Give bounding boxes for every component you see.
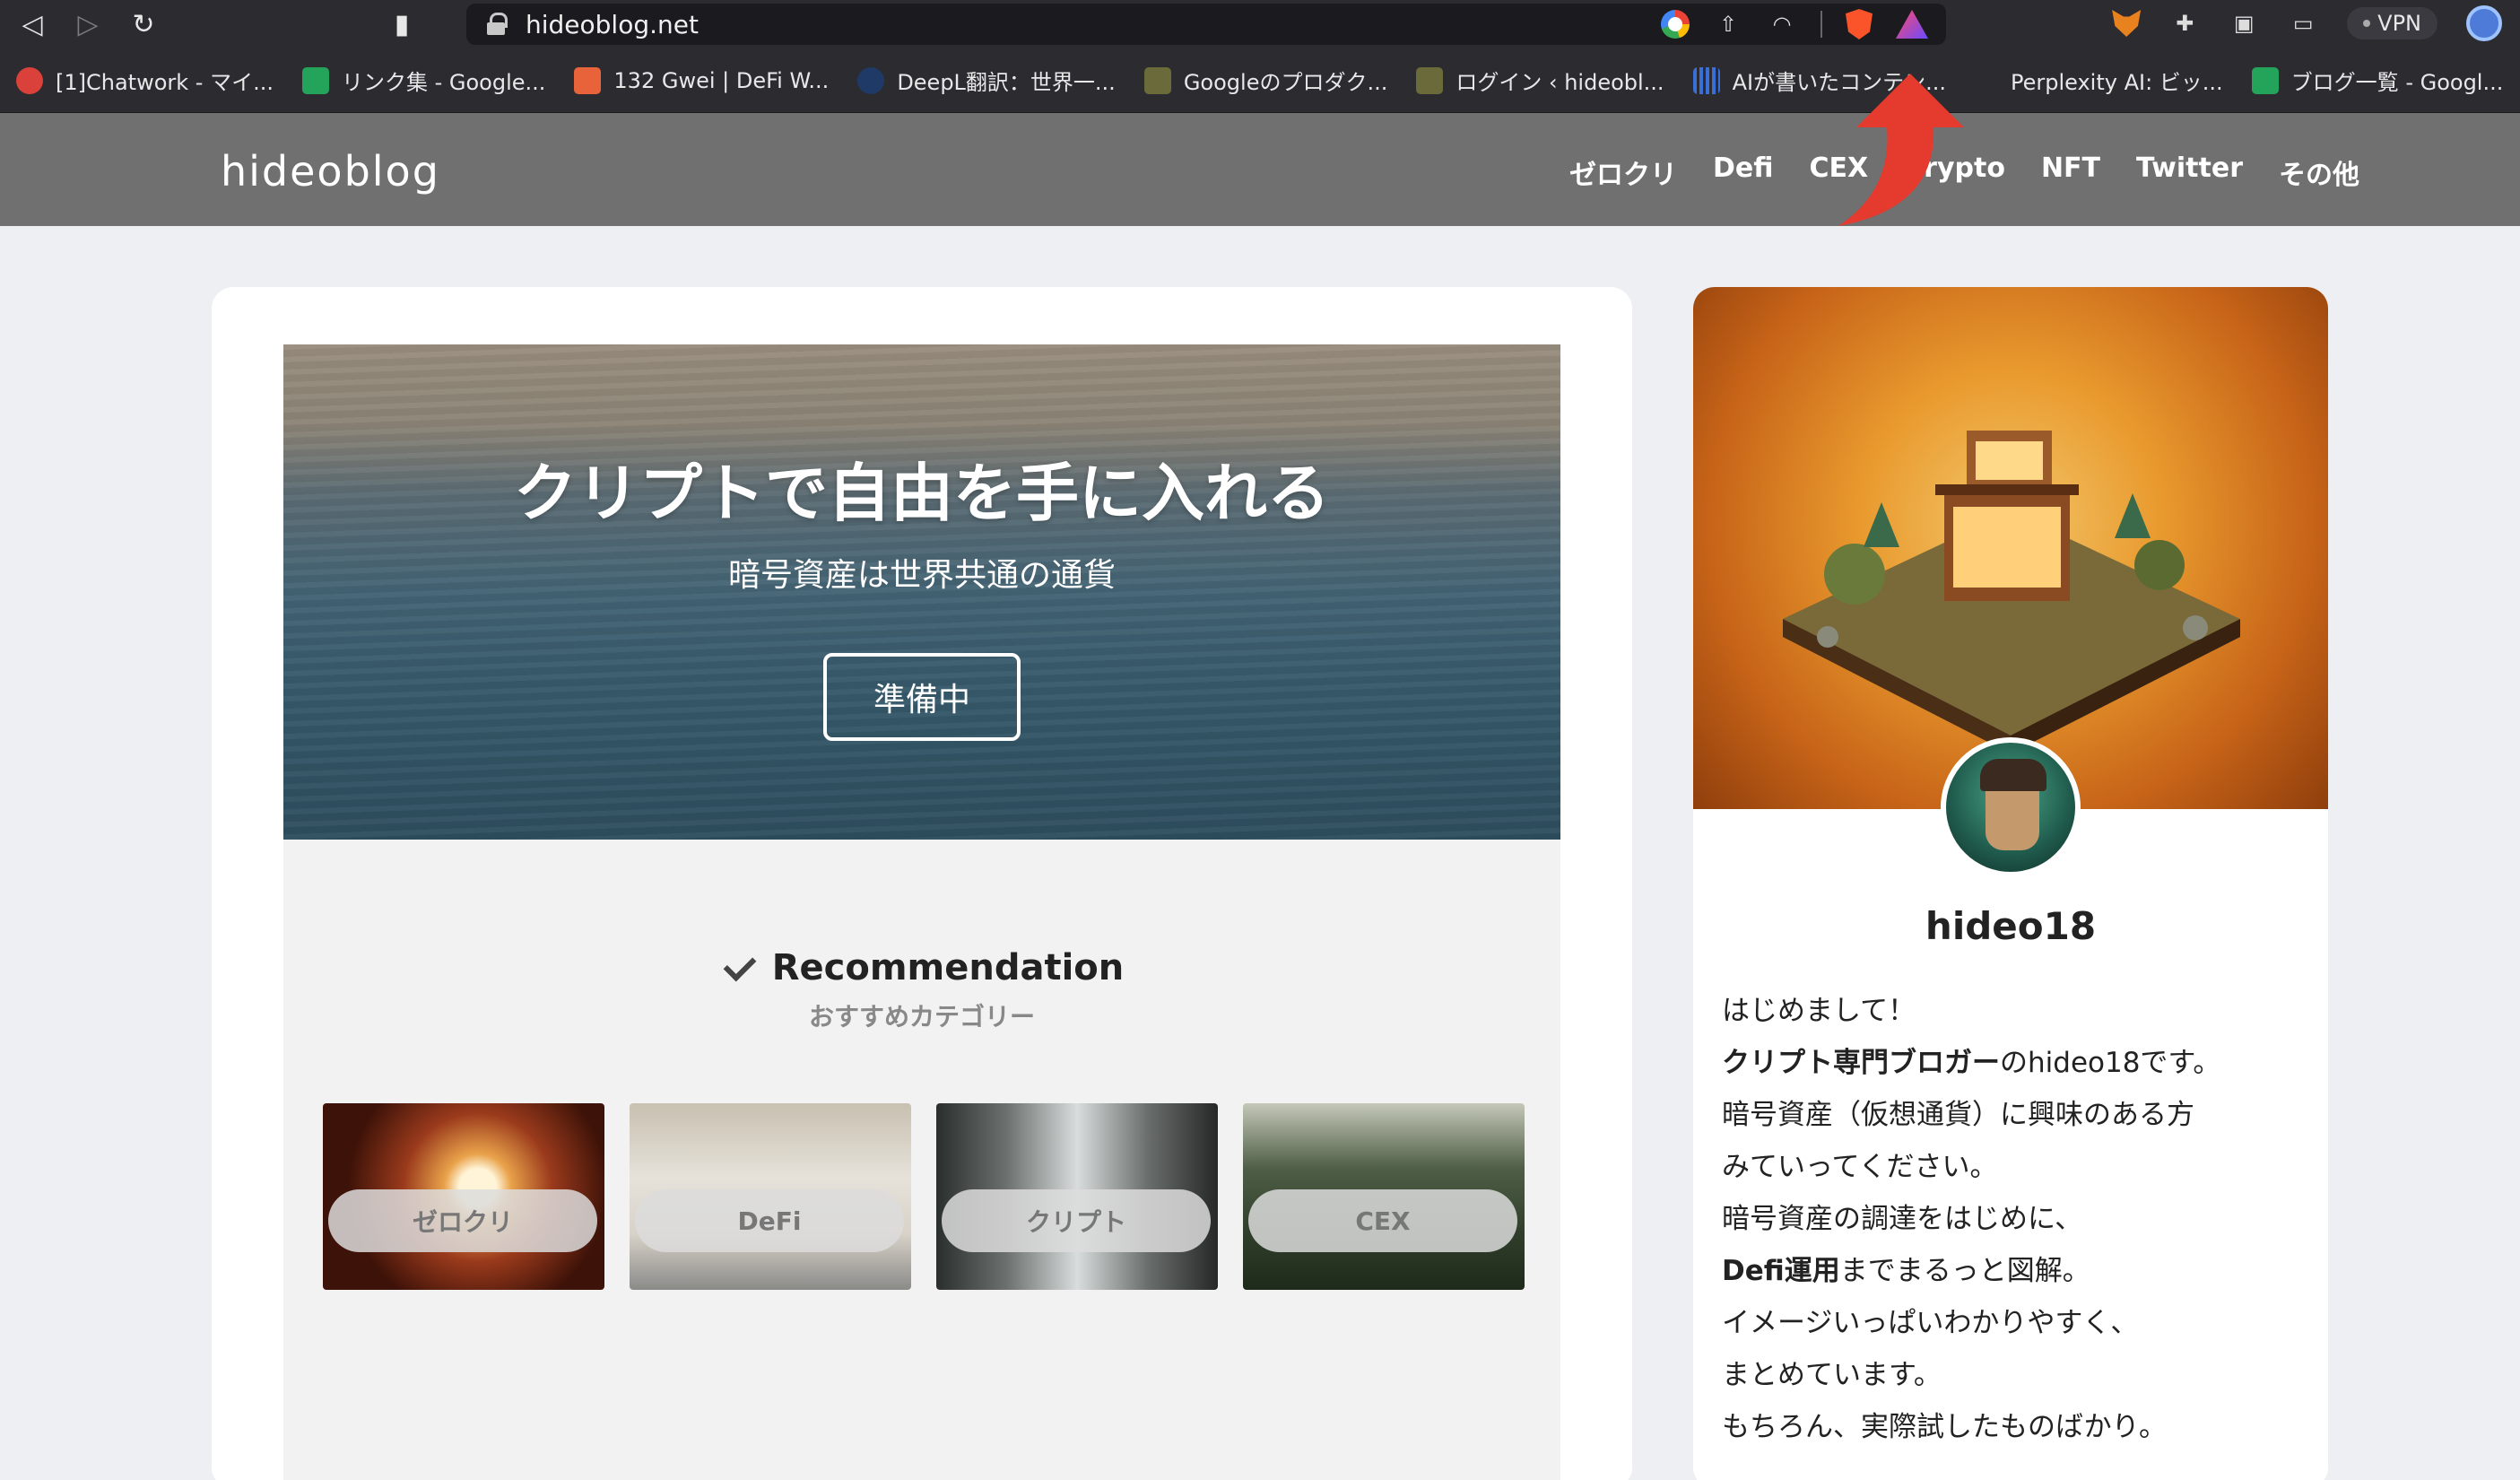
category-card-zerokuri[interactable]: ゼロクリ	[323, 1103, 604, 1290]
bookmark-item[interactable]: Perplexity AI: ビッ...	[2011, 65, 2223, 96]
category-list: ゼロクリ DeFi クリプト CEX	[323, 1103, 1525, 1290]
profile-bio: はじめまして！ クリプト専門ブロガーのhideo18です。 暗号資産（仮想通貨）…	[1722, 985, 2305, 1453]
rss-icon[interactable]: ◠	[1767, 9, 1797, 39]
reload-icon[interactable]: ↻	[122, 3, 165, 46]
category-card-cex[interactable]: CEX	[1243, 1103, 1525, 1290]
bookmark-item[interactable]: リンク集 - Google...	[301, 65, 546, 96]
bookmark-item[interactable]: [1]Chatwork - マイ...	[16, 65, 274, 96]
extensions-icon[interactable]: ✚	[2169, 8, 2200, 39]
bookmark-label: ログイン ‹ hideobl...	[1456, 70, 1664, 95]
google-icon[interactable]	[1661, 10, 1690, 39]
bookmark-item[interactable]: Googleのプロダク...	[1143, 65, 1388, 96]
bookmark-item[interactable]: DeepL翻訳：世界一...	[857, 65, 1116, 96]
recommendation-section: Recommendation おすすめカテゴリー ゼロクリ DeFi クリプト …	[283, 840, 1560, 1480]
bio-line: クリプト専門ブロガーのhideo18です。	[1722, 1037, 2305, 1089]
profile-avatar-image	[1941, 737, 2081, 877]
divider	[1820, 11, 1822, 38]
bio-text: までまるっと図解。	[1839, 1255, 2090, 1287]
bookmarks-bar: [1]Chatwork - マイ... リンク集 - Google... 132…	[0, 48, 2520, 113]
hero-banner: クリプトで自由を手に入れる 暗号資産は世界共通の通貨 準備中	[283, 344, 1560, 840]
site-header: hideoblog ゼロクリ Defi CEX Crypto NFT Twitt…	[0, 113, 2520, 226]
bio-bold: Defi運用	[1722, 1255, 1840, 1287]
recommendation-title: Recommendation	[771, 947, 1125, 988]
wallet-icon[interactable]: ▭	[2288, 8, 2318, 39]
aria-extension-icon[interactable]	[1896, 10, 1928, 39]
sheets-icon	[301, 66, 329, 94]
vpn-button[interactable]: VPN	[2347, 7, 2437, 39]
address-bar[interactable]: hideoblog.net ⇧ ◠	[466, 4, 1946, 45]
check-icon	[720, 954, 756, 981]
avatar-hair	[1980, 759, 2046, 791]
bio-line: みていってください。	[1722, 1151, 1998, 1183]
chatwork-icon	[16, 66, 43, 94]
vpn-status-dot	[2363, 20, 2371, 27]
profile-name: hideo18	[1925, 904, 2097, 948]
recommendation-heading: Recommendation	[283, 947, 1560, 988]
bio-line: Defi運用までまるっと図解。	[1722, 1245, 2305, 1297]
forward-icon[interactable]: ▷	[66, 3, 109, 46]
bio-line: イメージいっぱいわかりやすく、	[1722, 1307, 2139, 1339]
bookmark-icon[interactable]: ▮	[380, 3, 423, 46]
bookmark-label: Googleのプロダク...	[1183, 70, 1388, 95]
bookmark-label: Perplexity AI: ビッ...	[2010, 70, 2223, 95]
bookmark-item[interactable]: 132 Gwei | DeFi W...	[574, 66, 830, 94]
category-label: クリプト	[942, 1189, 1211, 1252]
category-card-crypto[interactable]: クリプト	[936, 1103, 1218, 1290]
profile-cover-image	[1693, 287, 2328, 809]
profile-card: hideo18 はじめまして！ クリプト専門ブロガーのhideo18です。 暗号…	[1693, 287, 2328, 1480]
gwei-icon	[574, 66, 602, 94]
brave-shield-icon[interactable]	[1846, 9, 1873, 39]
avatar-icon	[1416, 66, 1444, 94]
hero-title: クリプトで自由を手に入れる	[514, 457, 1330, 530]
isometric-house-illustration	[1783, 431, 2240, 753]
profile-avatar[interactable]	[2466, 5, 2502, 41]
nav-zerokuri[interactable]: ゼロクリ	[1569, 152, 1677, 192]
bio-line: はじめまして！	[1722, 995, 1916, 1027]
annotation-arrow-icon	[1838, 74, 1964, 226]
category-label: DeFi	[635, 1189, 904, 1252]
deepl-icon	[857, 66, 885, 94]
nav-other[interactable]: その他	[2279, 152, 2359, 192]
category-label: CEX	[1248, 1189, 1517, 1252]
lock-icon	[486, 13, 508, 36]
bookmark-label: ブログ一覧 - Googl...	[2290, 70, 2504, 95]
back-icon[interactable]: ◁	[11, 3, 54, 46]
sheets-icon	[2251, 66, 2279, 94]
site-logo[interactable]: hideoblog	[221, 147, 440, 196]
bio-line: 暗号資産（仮想通貨）に興味のある方	[1722, 1099, 2194, 1131]
bio-line: もちろん、実際試したものばかり。	[1722, 1411, 2167, 1443]
bookmark-label: DeepL翻訳：世界一...	[897, 70, 1116, 95]
recommendation-subtitle: おすすめカテゴリー	[808, 1002, 1035, 1032]
bio-bold: クリプト専門ブロガー	[1722, 1047, 2000, 1079]
bookmark-label: リンク集 - Google...	[341, 70, 546, 95]
avatar-icon	[1143, 66, 1171, 94]
audio-wave-icon	[1692, 66, 1720, 94]
nav-twitter[interactable]: Twitter	[2136, 152, 2243, 192]
bookmark-item[interactable]: ブログ一覧 - Googl...	[2251, 65, 2504, 96]
nav-nft[interactable]: NFT	[2041, 152, 2100, 192]
url-text[interactable]: hideoblog.net	[526, 10, 699, 39]
vpn-label: VPN	[2377, 11, 2421, 36]
hero-subtitle: 暗号資産は世界共通の通貨	[727, 557, 1116, 594]
sidebar-toggle-icon[interactable]: ▣	[2229, 8, 2259, 39]
browser-toolbar: ◁ ▷ ↻ ▮ hideoblog.net ⇧ ◠ ✚ ▣ ▭ VPN	[0, 0, 2520, 48]
category-label: ゼロクリ	[328, 1189, 597, 1252]
bookmark-label: 132 Gwei | DeFi W...	[613, 67, 830, 93]
bookmark-label: [1]Chatwork - マイ...	[56, 70, 274, 95]
bio-line: 暗号資産の調達をはじめに、	[1722, 1203, 2083, 1235]
bio-text: のhideo18です。	[2000, 1047, 2221, 1079]
bookmark-item[interactable]: ログイン ‹ hideobl...	[1416, 65, 1664, 96]
bio-line: まとめています。	[1722, 1359, 1942, 1391]
category-card-defi[interactable]: DeFi	[630, 1103, 911, 1290]
metamask-icon[interactable]	[2112, 10, 2142, 37]
share-icon[interactable]: ⇧	[1713, 9, 1743, 39]
hero-button[interactable]: 準備中	[823, 653, 1021, 741]
nav-defi[interactable]: Defi	[1713, 152, 1774, 192]
